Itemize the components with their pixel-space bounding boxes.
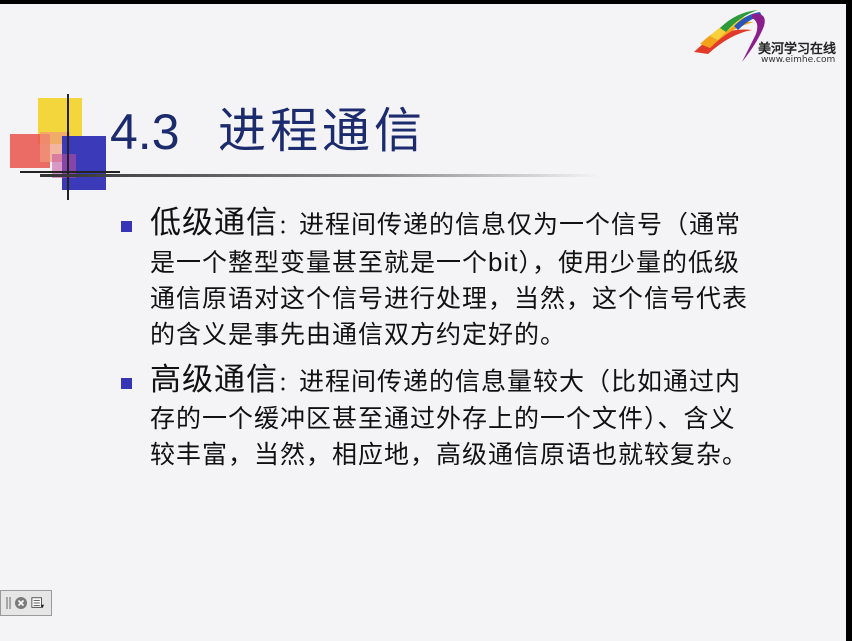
item-line: 低级通信：进程间传递的信息仅为一个信号（通常 [150,205,830,244]
item-line: 存的一个缓冲区甚至通过外存上的一个文件）、含义 [150,404,736,433]
bullet-icon [121,221,132,232]
item-text: 进程间传递的信息仅为一个信号（通常 [299,210,742,239]
item-line: 通信原语对这个信号进行处理，当然，这个信号代表 [150,284,749,313]
logo-url: www.eimhe.com [761,55,836,65]
item-text: ），使用少量的低级 [518,248,740,277]
item-colon: ： [278,371,299,395]
item-line: 的含义是事先由通信双方约定好的。 [150,320,567,349]
slide-title: 进程通信 [218,103,427,159]
item-text: 是一个整型变量甚至就是一个 [150,248,489,277]
decorative-squares-icon [10,94,120,200]
slide-title-number: 4.3 [110,104,180,160]
item-heading: 高级通信 [150,362,278,398]
item-colon: ： [278,214,299,238]
bullet-item-low-level: 低级通信：进程间传递的信息仅为一个信号（通常 是一个整型变量甚至就是一个bit）… [150,205,830,353]
item-text: bit [488,247,519,277]
bullet-item-high-level: 高级通信：进程间传递的信息量较大（比如通过内 存的一个缓冲区甚至通过外存上的一个… [150,362,830,473]
item-heading: 低级通信 [150,205,278,241]
slide: 美河学习在线 www.eimhe.com 4.3 进程通信 低级通信：进程间传递… [0,4,846,641]
item-line: 是一个整型变量甚至就是一个bit），使用少量的低级 [150,244,830,281]
item-line: 高级通信：进程间传递的信息量较大（比如通过内 [150,362,830,401]
title-underline [40,174,600,177]
item-text: 进程间传递的信息量较大（比如通过内 [299,367,742,396]
item-line: 较丰富，当然，相应地，高级通信原语也就较复杂。 [150,440,749,469]
close-icon[interactable] [14,595,28,611]
slide-menu-icon[interactable] [31,595,45,611]
bullet-icon [121,378,132,389]
slideshow-toolbar[interactable] [0,590,52,616]
